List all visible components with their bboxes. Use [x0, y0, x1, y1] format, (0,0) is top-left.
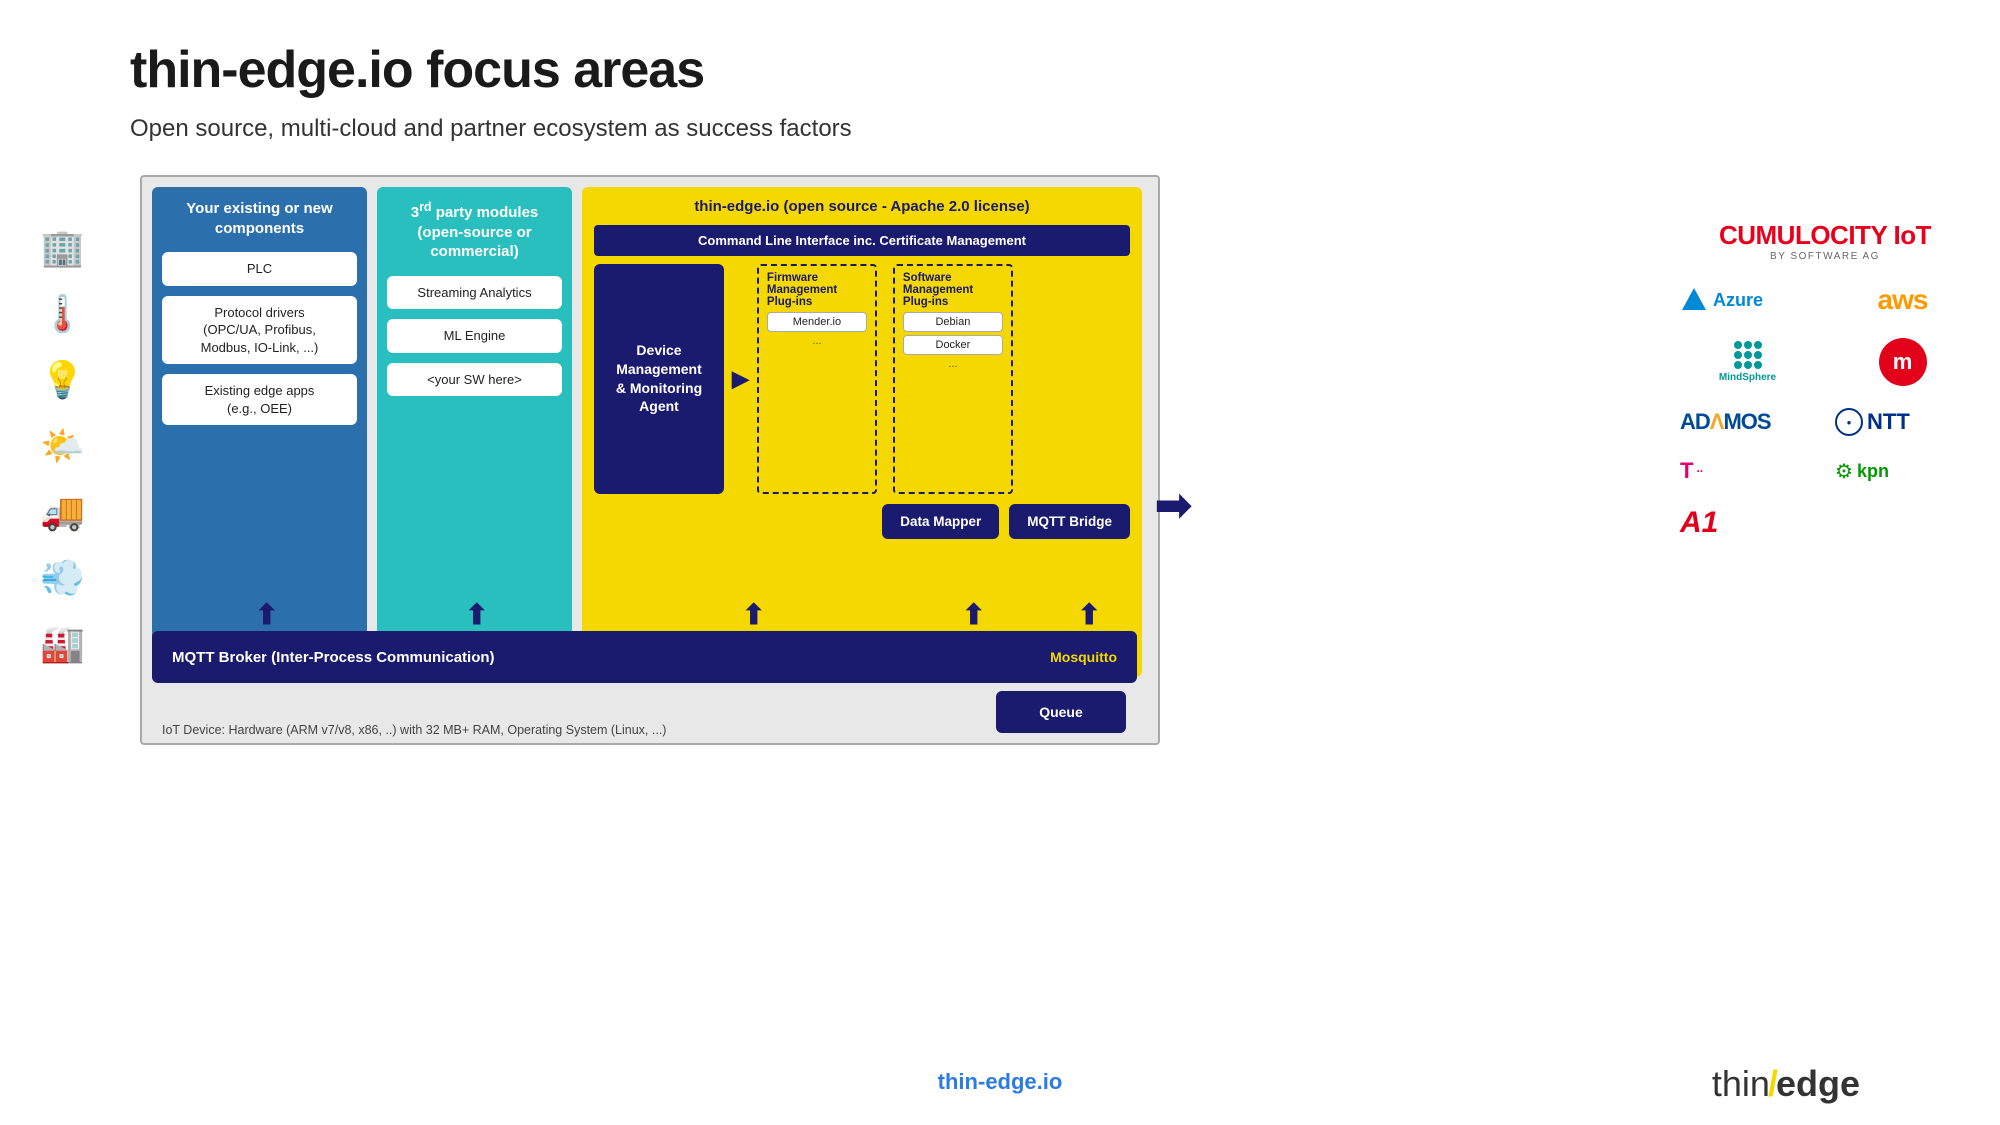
cumulocity-sub: BY SOFTWARE AG	[1770, 251, 1880, 262]
arrow-datamapper-up: ⬆	[962, 598, 985, 631]
plc-box: PLC	[162, 252, 357, 286]
mindsphere-text: MindSphere	[1719, 372, 1776, 383]
queue-box: Queue	[996, 691, 1126, 733]
factory-icon: 🏭	[40, 626, 85, 662]
col-thinedge-title: thin-edge.io (open source - Apache 2.0 l…	[594, 197, 1130, 217]
col-existing-title: Your existing or new components	[162, 199, 357, 238]
footer-logo-edge: edge	[1776, 1063, 1860, 1105]
edge-apps-box: Existing edge apps(e.g., OEE)	[162, 374, 357, 425]
wind-icon: 💨	[40, 560, 85, 596]
your-sw-box: <your SW here>	[387, 363, 562, 397]
arrow-existing-up: ⬆	[255, 598, 278, 631]
temperature-icon: 🌡️	[40, 296, 85, 332]
arrow-existing-down: ⬇	[255, 628, 278, 661]
arrow-thinedge-up: ⬆	[742, 598, 765, 631]
footer-center: thin-edge.io	[938, 1069, 1063, 1095]
azure-icon	[1680, 286, 1708, 314]
footer-logo: thin / edge	[1712, 1063, 1860, 1105]
arrow-to-cloud: ➡	[1155, 480, 1192, 531]
mqtt-broker-bar: MQTT Broker (Inter-Process Communication…	[152, 631, 1137, 683]
logo-azure: Azure	[1680, 286, 1815, 314]
azure-text: Azure	[1713, 290, 1763, 311]
bosch-circle: m	[1879, 338, 1927, 386]
logo-mindsphere: MindSphere	[1680, 341, 1815, 383]
left-icon-column: 🏢 🌡️ 💡 🌤️ 🚚 💨 🏭	[40, 230, 85, 662]
protocol-drivers-box: Protocol drivers(OPC/UA, Profibus,Modbus…	[162, 296, 357, 365]
software-dots: ...	[903, 358, 1003, 370]
telekom-dots: · ·	[1696, 464, 1701, 478]
mender-pill: Mender.io	[767, 312, 867, 332]
firmware-dots: ...	[767, 335, 867, 347]
cli-bar: Command Line Interface inc. Certificate …	[594, 225, 1130, 256]
page-subtitle: Open source, multi-cloud and partner eco…	[130, 115, 852, 143]
truck-icon: 🚚	[40, 494, 85, 530]
arrow-queue-up: ⬆	[1078, 598, 1101, 631]
software-plugins-box: SoftwareManagementPlug-ins Debian Docker…	[893, 264, 1013, 494]
mqtt-bridge-button: MQTT Bridge	[1009, 504, 1130, 539]
arrow-to-plugins: ▶	[732, 264, 749, 494]
building-icon: 🏢	[40, 230, 85, 266]
arrow-datamapper-down: ⬇	[962, 628, 985, 661]
mqtt-broker-label: MQTT Broker (Inter-Process Communication…	[172, 649, 495, 666]
logo-bosch: m	[1835, 338, 1970, 386]
telekom-t: T	[1680, 458, 1693, 484]
kpn-gear: ⚙	[1835, 459, 1853, 484]
arrow-thirdparty-up: ⬆	[465, 598, 488, 631]
logo-adamos: ADΛMOS	[1680, 409, 1815, 435]
bottom-buttons: Data Mapper MQTT Bridge	[594, 504, 1130, 539]
logo-ntt: ● NTT	[1835, 408, 1970, 436]
logo-a1: A1	[1680, 506, 1815, 540]
software-title: SoftwareManagementPlug-ins	[903, 272, 1003, 308]
firmware-plugins-box: FirmwareManagementPlug-ins Mender.io ...	[757, 264, 877, 494]
iot-device-label: IoT Device: Hardware (ARM v7/v8, x86, ..…	[162, 723, 666, 737]
weather-icon: 🌤️	[40, 428, 85, 464]
cumulocity-text: CUMULOCITY IoT	[1719, 220, 1931, 251]
arrow-queue-down: ⬇	[1078, 628, 1101, 661]
logo-aws: aws	[1835, 284, 1970, 316]
arrow-thinedge-down: ⬇	[742, 628, 765, 661]
firmware-title: FirmwareManagementPlug-ins	[767, 272, 867, 308]
footer-logo-thin: thin	[1712, 1063, 1770, 1105]
logo-telekom: T · ·	[1680, 458, 1815, 484]
mindsphere-grid	[1734, 341, 1762, 369]
aws-text: aws	[1878, 284, 1928, 316]
logo-cumulocity: CUMULOCITY IoT BY SOFTWARE AG	[1680, 220, 1970, 262]
device-mgmt-box: DeviceManagement& MonitoringAgent	[594, 264, 724, 494]
streaming-analytics-box: Streaming Analytics	[387, 276, 562, 310]
logo-kpn: ⚙ kpn	[1835, 459, 1970, 484]
data-mapper-button: Data Mapper	[882, 504, 999, 539]
streetlight-icon: 💡	[40, 362, 85, 398]
docker-pill: Docker	[903, 335, 1003, 355]
col-thinedge: thin-edge.io (open source - Apache 2.0 l…	[582, 187, 1142, 677]
kpn-text: kpn	[1857, 461, 1889, 482]
debian-pill: Debian	[903, 312, 1003, 332]
cloud-logos: CUMULOCITY IoT BY SOFTWARE AG Azure aws …	[1680, 220, 1970, 540]
main-diagram: Your existing or new components PLC Prot…	[140, 175, 1160, 745]
page-title: thin-edge.io focus areas	[130, 40, 704, 100]
arrow-thirdparty-down: ⬇	[465, 628, 488, 661]
ml-engine-box: ML Engine	[387, 319, 562, 353]
ntt-text: NTT	[1867, 409, 1910, 435]
col-thirdparty-title: 3rd party modules(open-source orcommerci…	[387, 199, 562, 262]
